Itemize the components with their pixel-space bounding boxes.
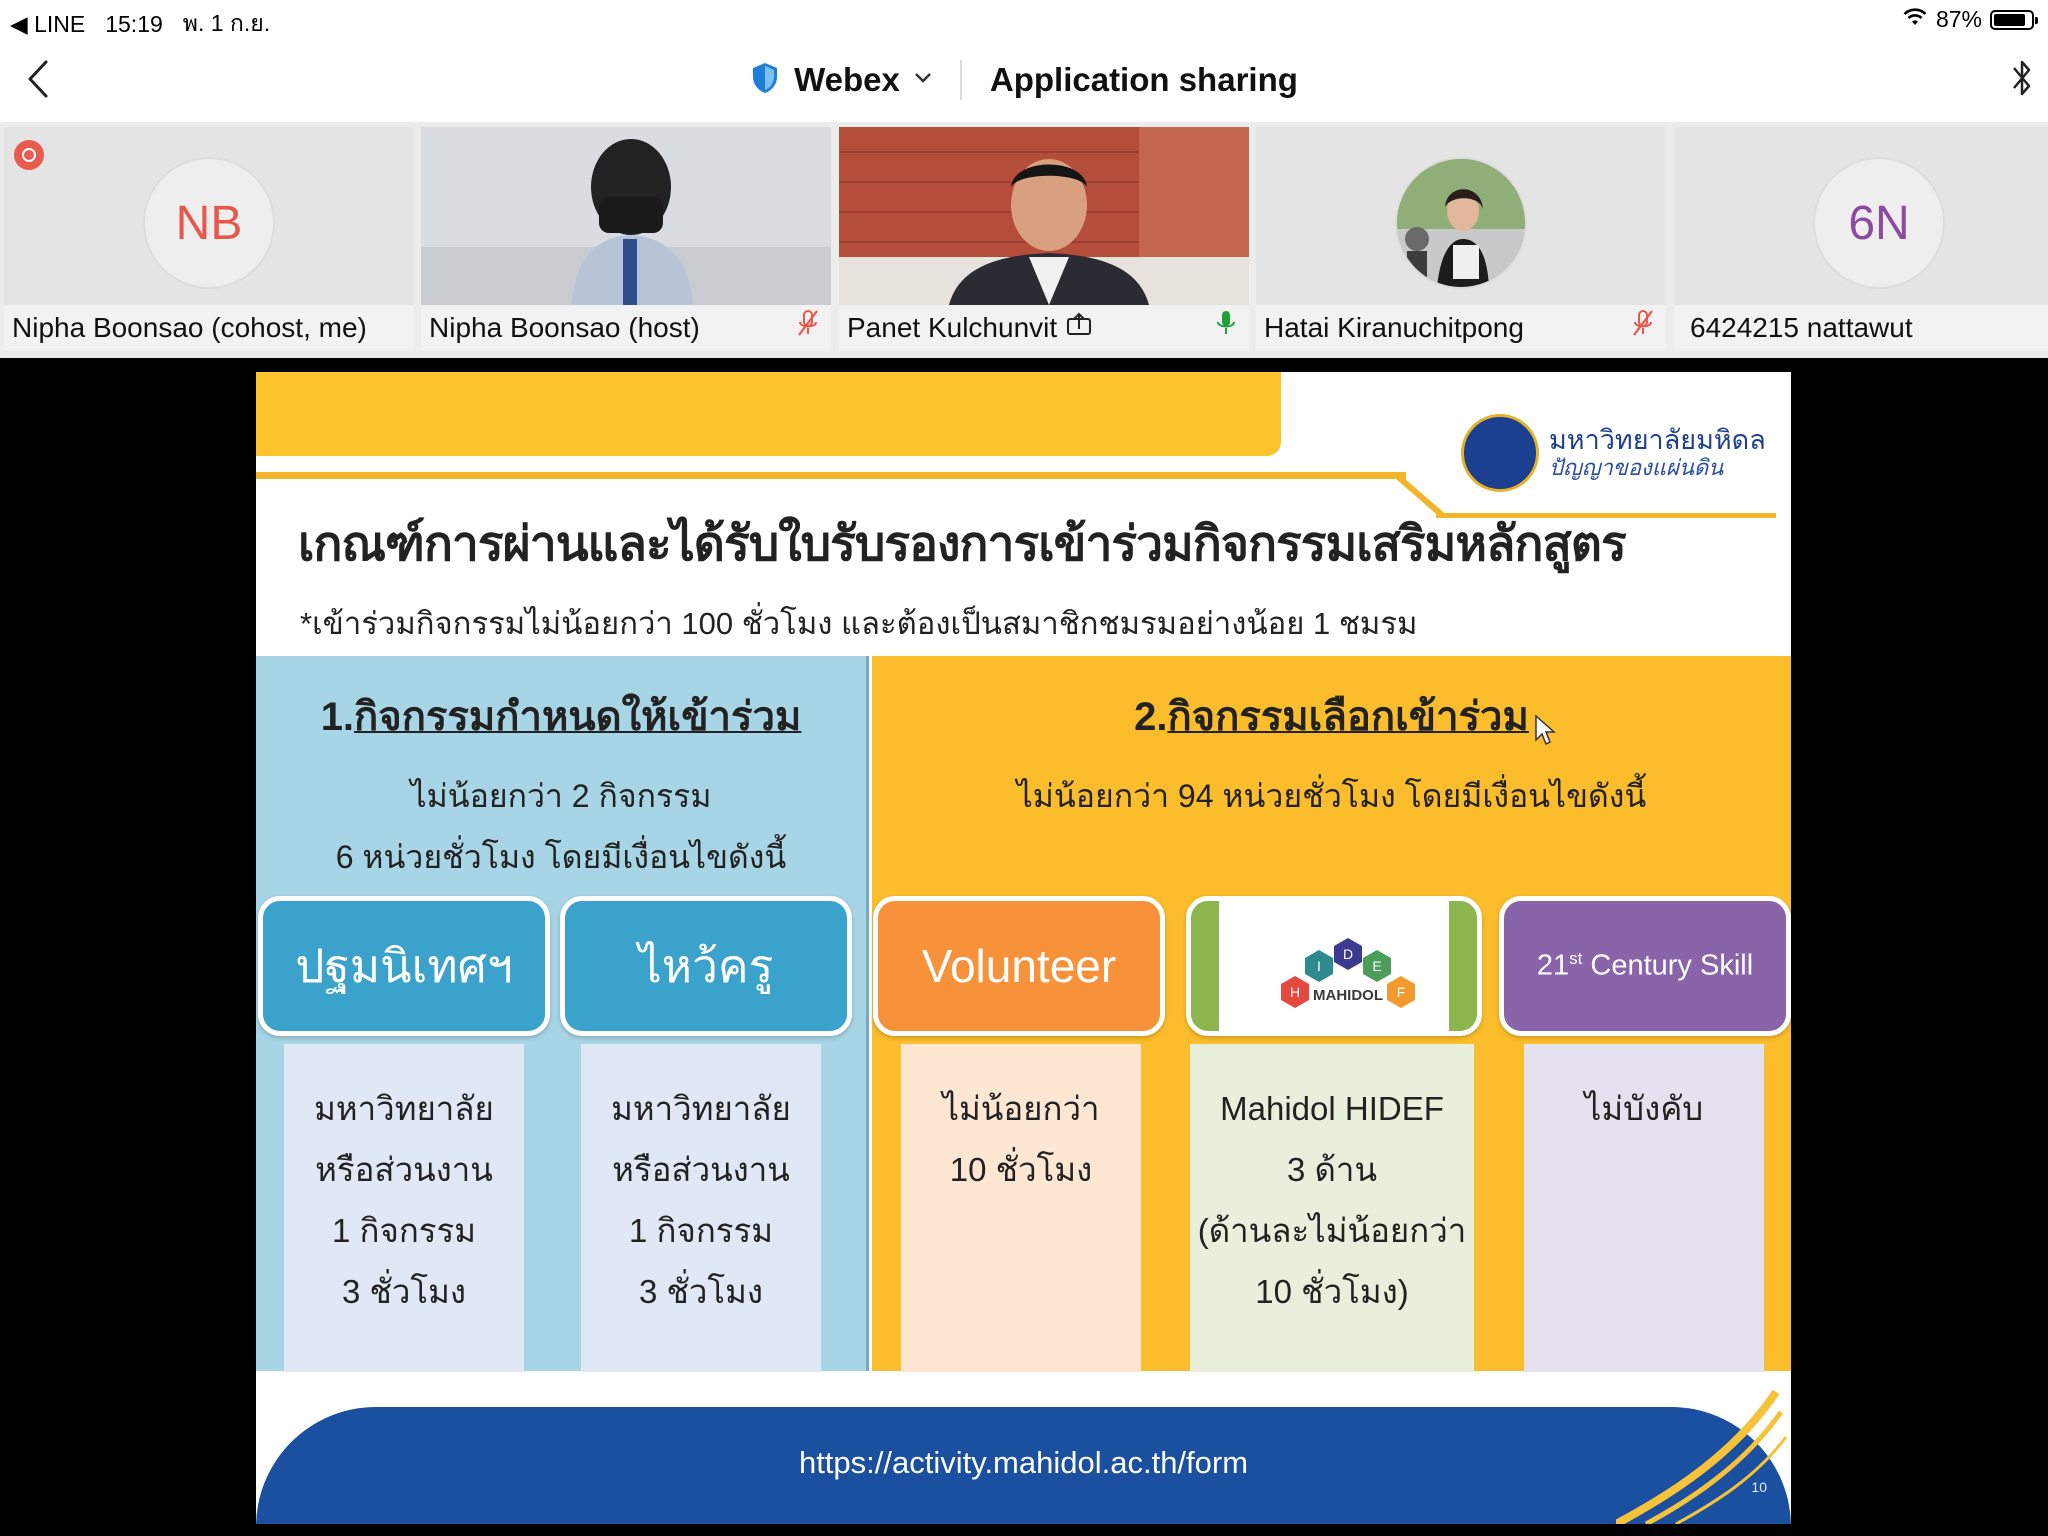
box-header-hidef: H I D E F MAHIDOL [1186,896,1482,1036]
avatar-initials: NB [175,196,243,250]
participant-name: Nipha Boonsao (cohost, me) [12,312,367,343]
participant-tile[interactable]: 6N 6424215 nattawut [1674,127,2048,351]
box-line: 1 กิจกรรม [628,1212,774,1250]
box-line: 1 กิจกรรม [331,1212,477,1250]
box-header-volunteer: Volunteer [873,896,1165,1036]
slide-top-band [256,372,1281,456]
box-body-volunteer: ไม่น้อยกว่า 10 ชั่วโมง [901,1044,1141,1372]
box-line: 3 ชั่วโมง [638,1273,764,1311]
share-screen-icon [1065,312,1093,345]
slide-subtitle: *เข้าร่วมกิจกรรมไม่น้อยกว่า 100 ชั่วโมง … [300,606,1418,641]
status-date: พ. 1 ก.ย. [182,10,271,36]
box-line: หรือส่วนงาน [612,1151,790,1189]
hidef-logo-text: MAHIDOL [1313,987,1383,1004]
battery-icon [1990,9,2038,30]
slide-divider [256,472,1406,479]
box-header-orientation: ปฐมนิเทศฯ [258,896,550,1036]
header-divider [959,60,962,100]
avatar: NB [143,157,275,289]
box-line: 10 ชั่วโมง) [1255,1273,1409,1311]
participant-video [421,127,831,305]
pointer-cursor-icon [1534,714,1558,753]
participant-strip: NB Nipha Boonsao (cohost, me) Nipha Boon… [0,122,2048,358]
recording-icon [14,140,44,170]
participant-name: Hatai Kiranuchitpong [1264,312,1524,343]
muted-mic-icon [795,308,821,343]
participant-tile[interactable]: Nipha Boonsao (host) [421,127,831,351]
section-2-title: กิจกรรมเลือกเข้าร่วม [1167,695,1529,739]
box-body-21st-century: ไม่บังคับ [1524,1044,1764,1372]
box-line: ไม่บังคับ [1584,1090,1704,1127]
box-line: 3 ชั่วโมง [341,1273,467,1311]
hidef-letter: F [1397,984,1406,1000]
form-url-link[interactable]: https://activity.mahidol.ac.th/form [256,1445,1791,1481]
participant-tile[interactable]: Panet Kulchunvit [839,127,1249,351]
university-logo: มหาวิทยาลัยมหิดล ปัญญาของแผ่นดิน [1461,414,1766,492]
bluetooth-icon[interactable] [2010,56,2034,105]
section-1-title: กิจกรรมกำหนดให้เข้าร่วม [354,695,802,739]
status-bar: ◀ LINE 15:19 พ. 1 ก.ย. 87% [0,0,2048,38]
box-line: (ด้านละไม่น้อยกว่า [1197,1212,1467,1250]
status-time: 15:19 [105,10,163,37]
box-body-hidef: Mahidol HIDEF 3 ด้าน (ด้านละไม่น้อยกว่า … [1190,1044,1474,1372]
active-mic-icon [1213,308,1239,343]
chevron-down-icon[interactable] [914,71,932,89]
box-header-label: ไหว้ครู [638,939,774,992]
section-1-line-1: ไม่น้อยกว่า 2 กิจกรรม [410,778,712,814]
meeting-header: Webex Application sharing [0,38,2048,122]
back-to-app-link[interactable]: ◀ LINE [10,11,85,38]
university-name: มหาวิทยาลัยมหิดล [1549,425,1766,456]
slide-page-number: 10 [1751,1479,1767,1495]
avatar: 6N [1813,157,1945,289]
box-body-wai-kru: มหาวิทยาลัย หรือส่วนงาน 1 กิจกรรม 3 ชั่ว… [581,1044,821,1372]
hidef-letter: D [1343,946,1353,962]
participant-tile[interactable]: Hatai Kiranuchitpong [1256,127,1666,351]
participant-video [839,127,1249,305]
box-header-label: Volunteer [921,940,1117,992]
participant-tile[interactable]: NB Nipha Boonsao (cohost, me) [4,127,414,351]
wifi-icon [1902,6,1928,33]
webex-menu-label[interactable]: Webex [794,61,900,99]
hidef-letter: I [1317,958,1321,974]
box-line: 10 ชั่วโมง [949,1151,1093,1189]
box-line: หรือส่วนงาน [315,1151,493,1189]
box-body-orientation: มหาวิทยาลัย หรือส่วนงาน 1 กิจกรรม 3 ชั่ว… [284,1044,524,1372]
box-line: 3 ด้าน [1286,1151,1378,1189]
box-line: ไม่น้อยกว่า [942,1090,1100,1127]
shared-slide: มหาวิทยาลัยมหิดล ปัญญาของแผ่นดิน เกณฑ์กา… [256,372,1791,1524]
box-header-21st-century: 21st Century Skill [1499,896,1791,1036]
section-2-heading: 2.กิจกรรมเลือกเข้าร่วม ไม่น้อยกว่า 94 หน… [872,684,1791,827]
section-1-line-2: 6 หน่วยชั่วโมง โดยมีเงื่อนไขดังนี้ [335,838,787,875]
section-1-number: 1. [320,695,355,739]
box-header-wai-kru: ไหว้ครู [560,896,852,1036]
muted-mic-icon [1630,308,1656,343]
participant-name: 6424215 nattawut [1690,312,1913,343]
avatar-photo [1395,157,1527,289]
box-header-label: 21st Century Skill [1536,949,1754,982]
section-2-number: 2. [1134,695,1168,739]
hidef-logo: H I D E F MAHIDOL [1219,901,1449,1031]
section-2-line-1: ไม่น้อยกว่า 94 หน่วยชั่วโมง โดยมีเงื่อนไ… [1016,778,1647,814]
participant-name: Panet Kulchunvit [847,312,1058,343]
hidef-letter: H [1290,984,1300,1000]
section-1-heading: 1.กิจกรรมกำหนดให้เข้าร่วม ไม่น้อยกว่า 2 … [256,684,866,888]
participant-name: Nipha Boonsao (host) [429,312,700,343]
page-title: Application sharing [989,61,1298,98]
university-seal-icon [1461,414,1539,492]
box-header-label: ปฐมนิเทศฯ [295,939,513,992]
avatar-initials: 6N [1848,196,1910,250]
university-motto: ปัญญาของแผ่นดิน [1549,454,1724,480]
box-line: มหาวิทยาลัย [611,1090,791,1127]
box-line: มหาวิทยาลัย [314,1090,494,1127]
box-line: Mahidol HIDEF [1220,1090,1444,1127]
slide-title: เกณฑ์การผ่านและได้รับใบรับรองการเข้าร่วม… [298,518,1627,571]
battery-percent: 87% [1935,6,1982,32]
webex-shield-icon [750,61,780,100]
hidef-letter: E [1372,958,1381,974]
